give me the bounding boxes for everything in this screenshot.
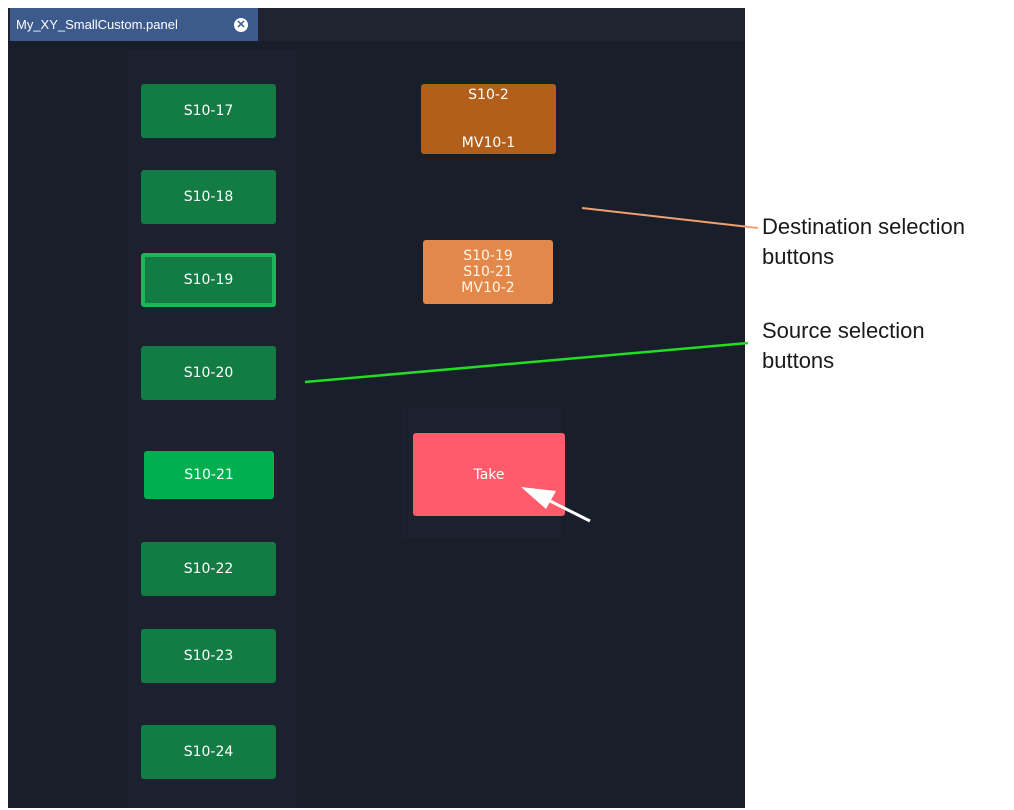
source-button-s10-24[interactable]: S10-24 [141,725,276,779]
source-button-s10-18[interactable]: S10-18 [141,170,276,224]
tab-strip: My_XY_SmallCustom.panel ✕ [8,8,745,41]
destination-1-source: S10-2 [468,87,509,103]
source-callout-line-1: Source selection [762,318,925,343]
destination-callout-line-1: Destination selection [762,214,966,239]
destination-2-line-2: S10-21 [463,264,513,280]
destination-callout-line-2: buttons [762,244,835,269]
source-button-s10-17[interactable]: S10-17 [141,84,276,138]
destination-2-line-3: MV10-2 [461,280,515,296]
panel-tab[interactable]: My_XY_SmallCustom.panel ✕ [10,8,258,41]
source-button-s10-20[interactable]: S10-20 [141,346,276,400]
source-button-s10-21[interactable]: S10-21 [144,451,274,499]
source-column [128,50,296,808]
source-callout-line-2: buttons [762,348,835,373]
source-button-s10-23[interactable]: S10-23 [141,629,276,683]
take-button[interactable]: Take [413,433,565,516]
source-callout: Source selection buttons [762,316,925,376]
destination-button-1[interactable]: S10-2 MV10-1 [421,84,556,154]
source-button-s10-19[interactable]: S10-19 [141,253,276,307]
destination-callout: Destination selection buttons [762,212,965,272]
destination-2-line-1: S10-19 [463,248,513,264]
panel-window: My_XY_SmallCustom.panel ✕ S10-17 S10-18 … [8,8,745,808]
close-icon[interactable]: ✕ [234,18,248,32]
panel-tab-title: My_XY_SmallCustom.panel [16,17,178,32]
source-button-s10-22[interactable]: S10-22 [141,542,276,596]
destination-1-name: MV10-1 [461,135,516,151]
destination-button-2[interactable]: S10-19 S10-21 MV10-2 [423,240,553,304]
